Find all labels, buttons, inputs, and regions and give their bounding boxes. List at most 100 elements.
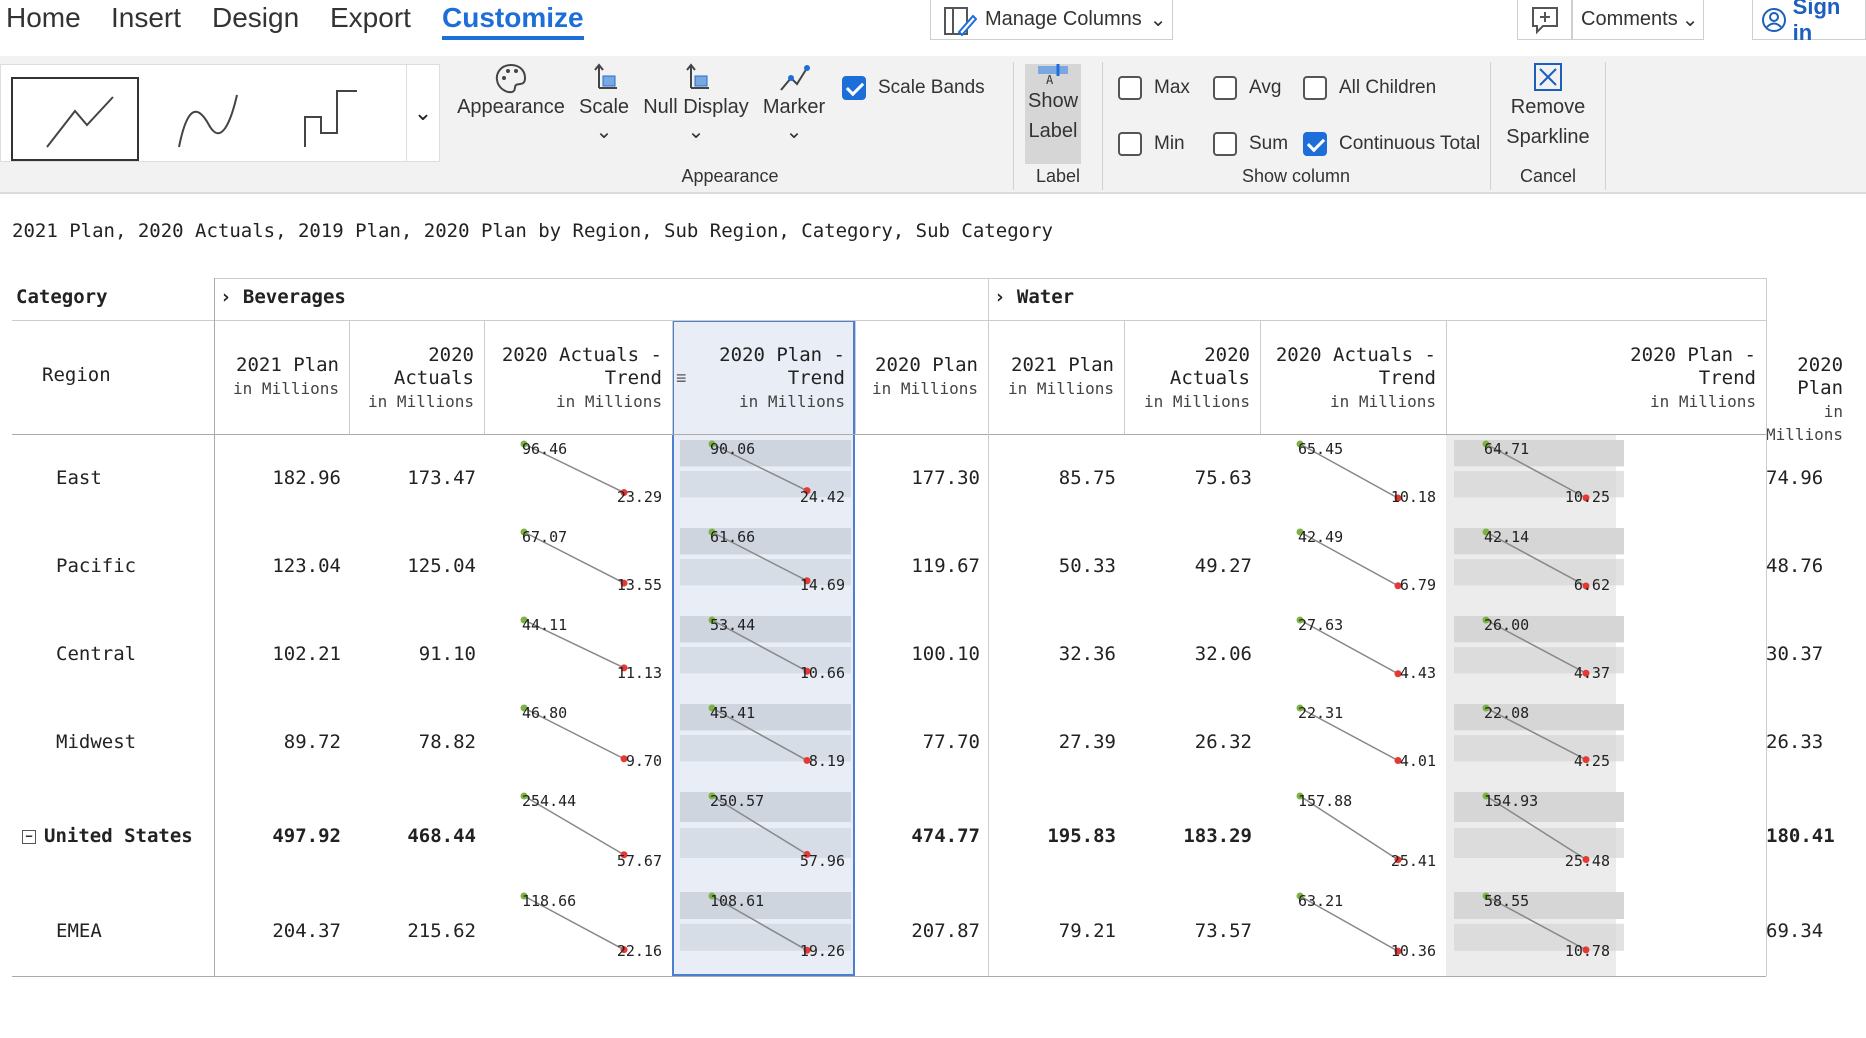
- curve-style-option[interactable]: [161, 77, 287, 161]
- value-cell[interactable]: 77.70: [855, 731, 980, 753]
- group-header-beverages[interactable]: › Beverages: [220, 286, 346, 308]
- value-cell[interactable]: 85.75: [988, 467, 1116, 489]
- sparkline[interactable]: [484, 786, 672, 886]
- comments-dropdown[interactable]: Comments ⌄: [1572, 0, 1704, 40]
- column-header[interactable]: 2020 Plan - Trend in Millions: [1446, 344, 1756, 413]
- value-cell[interactable]: 215.62: [349, 920, 476, 942]
- value-cell[interactable]: 182.96: [214, 467, 341, 489]
- max-checkbox[interactable]: Max: [1118, 76, 1190, 100]
- value-cell[interactable]: 497.92: [214, 825, 341, 847]
- scale-button[interactable]: Scale ⌄: [574, 62, 634, 144]
- value-cell[interactable]: 173.47: [349, 467, 476, 489]
- sparkline[interactable]: [484, 434, 672, 522]
- value-cell[interactable]: 69.34: [1766, 920, 1823, 942]
- value-cell[interactable]: 102.21: [214, 643, 341, 665]
- menu-insert[interactable]: Insert: [111, 2, 181, 34]
- value-cell[interactable]: 119.67: [855, 555, 980, 577]
- sparkline[interactable]: [484, 610, 672, 698]
- null-display-button[interactable]: Null Display ⌄: [640, 62, 752, 144]
- menu-home[interactable]: Home: [6, 2, 81, 34]
- manage-columns-button[interactable]: Manage Columns ⌄: [930, 0, 1173, 40]
- value-cell[interactable]: 30.37: [1766, 643, 1823, 665]
- value-cell[interactable]: 73.57: [1124, 920, 1252, 942]
- sign-in-button[interactable]: Sign in: [1752, 0, 1866, 45]
- row-region[interactable]: Central: [56, 643, 136, 665]
- row-region[interactable]: Midwest: [56, 731, 136, 753]
- sparkline[interactable]: [1260, 522, 1446, 610]
- group-header-water[interactable]: › Water: [994, 286, 1074, 308]
- value-cell[interactable]: 78.82: [349, 731, 476, 753]
- column-header[interactable]: 2020 Actuals - Trend in Millions: [484, 344, 662, 413]
- column-header[interactable]: 2020 Actuals in Millions: [349, 344, 474, 413]
- value-cell[interactable]: 26.32: [1124, 731, 1252, 753]
- sparkline[interactable]: [672, 522, 855, 610]
- row-region[interactable]: East: [56, 467, 102, 489]
- value-cell[interactable]: 50.33: [988, 555, 1116, 577]
- sparkline[interactable]: [672, 698, 855, 786]
- menu-customize[interactable]: Customize: [442, 2, 584, 40]
- sparkline[interactable]: [1260, 786, 1446, 886]
- value-cell[interactable]: 204.37: [214, 920, 341, 942]
- gallery-expand-button[interactable]: ⌄: [406, 64, 440, 162]
- sparkline[interactable]: [1260, 610, 1446, 698]
- value-cell[interactable]: 74.96: [1766, 467, 1823, 489]
- sparkline[interactable]: [1260, 434, 1446, 522]
- marker-button[interactable]: Marker ⌄: [758, 62, 830, 144]
- value-cell[interactable]: 207.87: [855, 920, 980, 942]
- value-cell[interactable]: 123.04: [214, 555, 341, 577]
- row-region[interactable]: EMEA: [56, 920, 102, 942]
- value-cell[interactable]: 195.83: [988, 825, 1116, 847]
- value-cell[interactable]: 183.29: [1124, 825, 1252, 847]
- scale-bands-checkbox[interactable]: Scale Bands: [842, 76, 985, 100]
- value-cell[interactable]: 79.21: [988, 920, 1116, 942]
- sum-checkbox[interactable]: Sum: [1213, 132, 1288, 156]
- label-group-label: Label: [1035, 166, 1081, 186]
- column-header[interactable]: 2021 Plan in Millions: [214, 354, 339, 400]
- column-header[interactable]: 2020 Plan in Millions: [1766, 354, 1843, 446]
- sparkline[interactable]: [484, 698, 672, 786]
- sparkline[interactable]: [1260, 698, 1446, 786]
- column-header[interactable]: 2020 Plan - Trend in Millions: [672, 344, 845, 413]
- value-cell[interactable]: 26.33: [1766, 731, 1823, 753]
- show-label-button[interactable]: A Show Label: [1020, 62, 1086, 146]
- sparkline[interactable]: [672, 434, 855, 522]
- value-cell[interactable]: 32.06: [1124, 643, 1252, 665]
- value-cell[interactable]: 48.76: [1766, 555, 1823, 577]
- column-header[interactable]: 2020 Plan in Millions: [855, 354, 978, 400]
- value-cell[interactable]: 177.30: [855, 467, 980, 489]
- value-cell[interactable]: 49.27: [1124, 555, 1252, 577]
- sparkline[interactable]: [484, 886, 672, 976]
- value-cell[interactable]: 32.36: [988, 643, 1116, 665]
- avg-checkbox[interactable]: Avg: [1213, 76, 1281, 100]
- column-header[interactable]: 2020 Actuals - Trend in Millions: [1260, 344, 1436, 413]
- value-cell[interactable]: 125.04: [349, 555, 476, 577]
- remove-sparkline-button[interactable]: Remove Sparkline: [1496, 62, 1600, 152]
- value-cell[interactable]: 75.63: [1124, 467, 1252, 489]
- step-style-option[interactable]: [291, 77, 417, 161]
- collapse-icon[interactable]: −: [22, 829, 36, 844]
- sparkline[interactable]: [672, 610, 855, 698]
- sparkline[interactable]: [1260, 886, 1446, 976]
- line-style-option[interactable]: [11, 77, 139, 161]
- appearance-button[interactable]: Appearance: [456, 62, 566, 119]
- value-cell[interactable]: 468.44: [349, 825, 476, 847]
- comment-add-button[interactable]: [1517, 0, 1572, 40]
- row-region[interactable]: − United States: [22, 825, 193, 847]
- value-cell[interactable]: 180.41: [1766, 825, 1835, 847]
- value-cell[interactable]: 89.72: [214, 731, 341, 753]
- continuous-total-checkbox[interactable]: Continuous Total: [1303, 132, 1480, 156]
- all-children-checkbox[interactable]: All Children: [1303, 76, 1436, 100]
- row-region[interactable]: Pacific: [56, 555, 136, 577]
- menu-design[interactable]: Design: [212, 2, 299, 34]
- category-label: Category: [16, 286, 108, 308]
- value-cell[interactable]: 474.77: [855, 825, 980, 847]
- value-cell[interactable]: 91.10: [349, 643, 476, 665]
- column-menu-icon[interactable]: ≡: [676, 368, 687, 389]
- menu-export[interactable]: Export: [330, 2, 411, 34]
- column-header[interactable]: 2020 Actuals in Millions: [1124, 344, 1250, 413]
- sparkline[interactable]: [484, 522, 672, 610]
- min-checkbox[interactable]: Min: [1118, 132, 1185, 156]
- value-cell[interactable]: 27.39: [988, 731, 1116, 753]
- value-cell[interactable]: 100.10: [855, 643, 980, 665]
- column-header[interactable]: 2021 Plan in Millions: [988, 354, 1114, 400]
